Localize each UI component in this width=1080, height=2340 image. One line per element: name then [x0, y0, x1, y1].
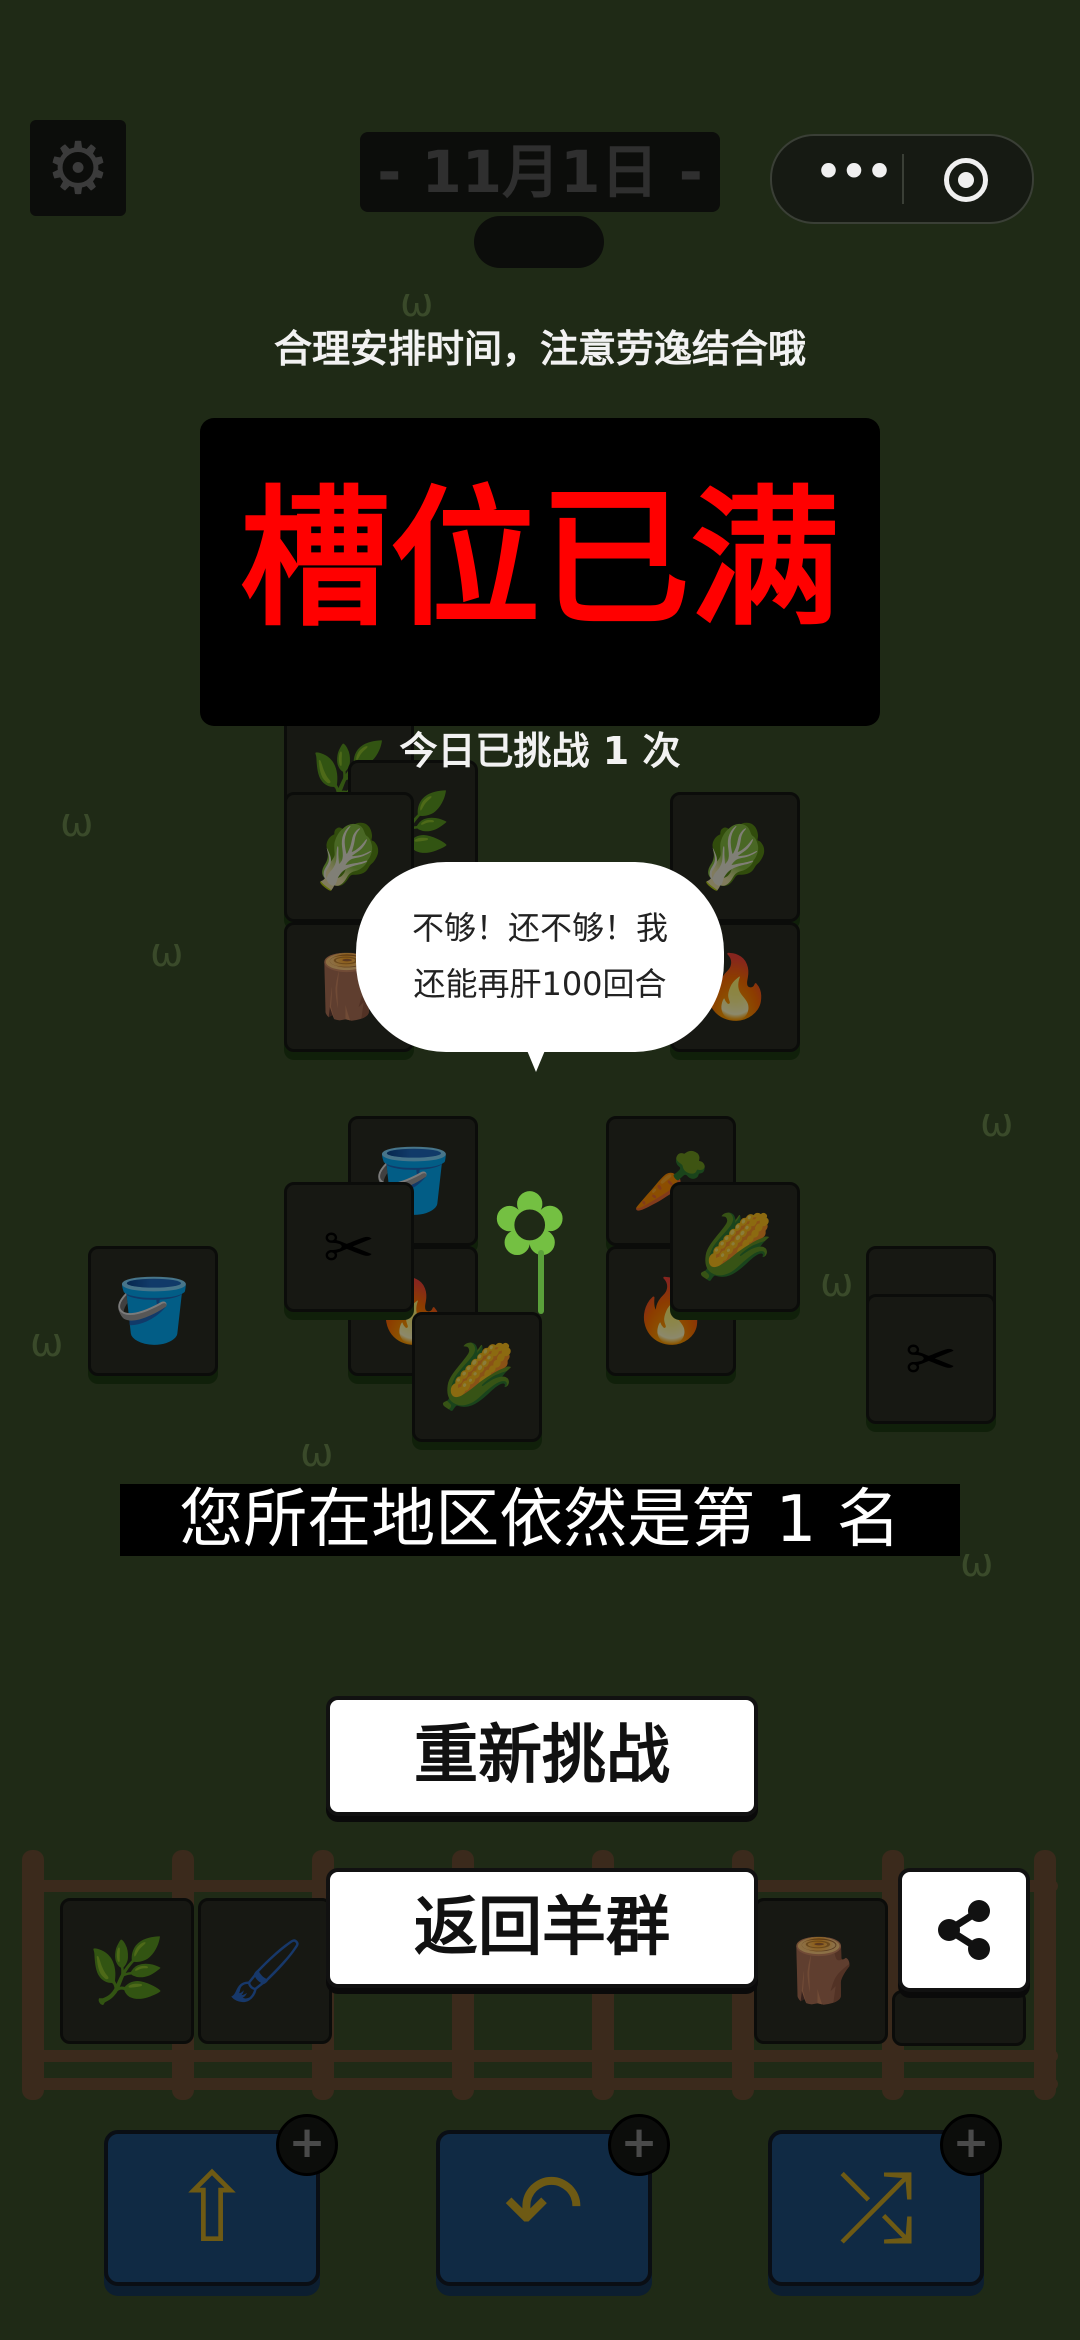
tile-scissors[interactable]: ✂ — [866, 1294, 996, 1424]
game-board: ѡ ѡ ѡ ѡ ѡ ѡ ѡ ѡ 🌿 🌿 🥬 🥬 🪵 🔥 🪣 🥕 🔥 🔥 ✂ 🌽 … — [0, 0, 1080, 2340]
plus-icon: + — [608, 2114, 670, 2176]
gear-icon: ⚙ — [45, 126, 111, 210]
grass-decoration: ѡ — [960, 1540, 994, 1586]
speech-bubble: 不够！还不够！我 还能再肝100回合 — [356, 862, 724, 1072]
mini-program-capsule: ••• — [770, 134, 1034, 224]
stump-icon: 🪵 — [782, 1934, 860, 2007]
settings-button[interactable]: ⚙ — [30, 120, 126, 216]
fence-post — [1034, 1850, 1056, 2100]
retry-button[interactable]: 重新挑战 — [326, 1696, 758, 1816]
grass-decoration: ѡ — [30, 1320, 64, 1366]
attempt-count: 今日已挑战 1 次 — [399, 729, 681, 773]
slots-full-panel: 槽位已满 — [200, 418, 880, 726]
grass-decoration: ѡ — [980, 1100, 1014, 1146]
grass-decoration: ѡ — [60, 800, 94, 846]
shuffle-tool-button[interactable]: ⤮ + — [768, 2114, 1002, 2286]
date-label: - 11月1日 - — [360, 132, 720, 212]
undo-tool-button[interactable]: ↶ + — [436, 2114, 670, 2286]
tile-bucket[interactable]: 🪣 — [88, 1246, 218, 1376]
grass-decoration: ѡ — [300, 1430, 334, 1476]
move-out-tool-button[interactable]: ⇧ + — [104, 2114, 338, 2286]
brush-icon: 🖌 — [225, 1934, 305, 2007]
grass-decoration: ѡ — [150, 930, 184, 976]
slot-tile-brush: 🖌 — [198, 1898, 332, 2044]
tile-corn[interactable]: 🌽 — [412, 1312, 542, 1442]
fence-post — [22, 1850, 44, 2100]
slot-tile-grass: 🌿 — [60, 1898, 194, 2044]
bucket-icon: 🪣 — [114, 1274, 192, 1347]
rank-text: 您所在地区依然是第 1 名 — [120, 1484, 960, 1556]
corn-icon: 🌽 — [438, 1340, 516, 1413]
grass-decoration: ѡ — [820, 1260, 854, 1306]
clover-stem — [538, 1250, 544, 1314]
speech-line-2: 还能再肝100回合 — [413, 965, 667, 1003]
slot-tile-stump: 🪵 — [754, 1898, 888, 2044]
plus-icon: + — [940, 2114, 1002, 2176]
back-to-flock-button[interactable]: 返回羊群 — [326, 1868, 758, 1988]
date-link-decoration — [474, 216, 604, 268]
slots-full-title: 槽位已满 — [239, 473, 840, 647]
slot-tile — [892, 1990, 1026, 2046]
more-dots-icon[interactable]: ••• — [812, 147, 894, 202]
share-icon — [938, 1900, 990, 1960]
speech-bubble-text: 不够！还不够！我 还能再肝100回合 — [376, 900, 704, 1012]
scissors-icon: ✂ — [323, 1210, 375, 1284]
tile-scissors[interactable]: ✂ — [284, 1182, 414, 1312]
plus-icon: + — [276, 2114, 338, 2176]
corn-icon: 🌽 — [696, 1210, 774, 1283]
capsule-divider — [902, 154, 904, 204]
target-icon[interactable] — [944, 158, 988, 202]
speech-line-1: 不够！还不够！我 — [411, 909, 668, 947]
hint-text: 合理安排时间，注意劳逸结合哦 — [273, 327, 806, 371]
cabbage-icon: 🥬 — [696, 820, 774, 893]
scissors-icon: ✂ — [905, 1322, 957, 1396]
tile-corn[interactable]: 🌽 — [670, 1182, 800, 1312]
clover-icon: ✿ — [492, 1172, 568, 1277]
share-button[interactable] — [898, 1868, 1030, 1992]
grass-icon: 🌿 — [88, 1934, 166, 2007]
